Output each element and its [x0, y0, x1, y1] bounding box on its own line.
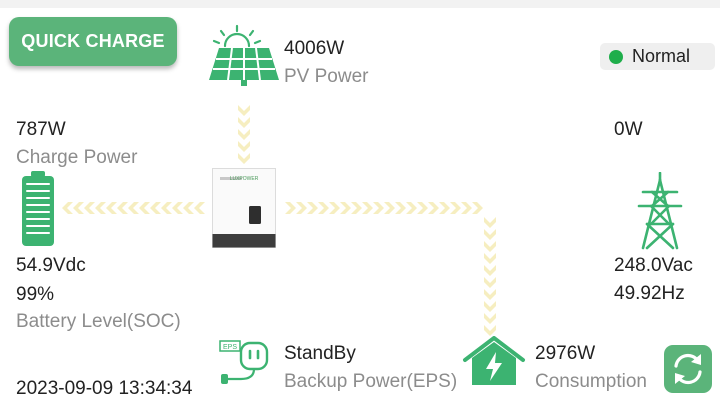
grid-power-value: 0W — [614, 119, 643, 140]
flow-chevron — [484, 265, 496, 276]
timestamp: 2023-09-09 13:34:34 — [16, 378, 193, 399]
flow-chevron — [461, 202, 472, 214]
flow-chevron — [84, 202, 95, 214]
flow-chevron — [172, 202, 183, 214]
flow-chevron — [194, 202, 205, 214]
flow-chevron — [117, 202, 128, 214]
flow-chevron — [340, 202, 351, 214]
charge-power-label: Charge Power — [16, 147, 138, 168]
flow-chevron — [450, 202, 461, 214]
flow-chevron — [395, 202, 406, 214]
grid-voltage-value: 248.0Vac — [614, 255, 693, 276]
flow-chevron — [238, 129, 250, 140]
inverter-brand-text: LUXPOWER — [230, 176, 259, 182]
flow-chevron — [106, 202, 117, 214]
consumption-label: Consumption — [535, 371, 647, 392]
flow-chevron — [238, 105, 250, 116]
flow-chevron — [95, 202, 106, 214]
flow-chevron — [139, 202, 150, 214]
consumption-power-value: 2976W — [535, 343, 596, 364]
flow-chevron — [384, 202, 395, 214]
pv-power-value: 4006W — [284, 38, 345, 59]
flow-chevron — [406, 202, 417, 214]
flow-chevron — [318, 202, 329, 214]
battery-voltage-value: 54.9Vdc — [16, 255, 86, 276]
refresh-icon — [674, 353, 702, 385]
charge-power-value: 787W — [16, 119, 66, 140]
flow-chevron — [417, 202, 428, 214]
flow-chevron — [238, 117, 250, 128]
flow-chevron — [307, 202, 318, 214]
flow-chevron — [183, 202, 194, 214]
flow-chevron — [238, 153, 250, 164]
flow-chevron — [238, 141, 250, 152]
flow-chevron — [484, 229, 496, 240]
battery-soc-value: 99% — [16, 284, 55, 305]
eps-status-value: StandBy — [284, 343, 356, 364]
energy-flow-lines — [62, 105, 496, 336]
battery-icon — [21, 171, 55, 247]
power-tower-icon — [637, 172, 683, 250]
flow-chevron — [62, 202, 73, 214]
eps-icon-text: EPS — [223, 344, 237, 351]
pv-power-label: PV Power — [284, 66, 369, 87]
refresh-button[interactable] — [664, 345, 712, 393]
flow-chevron — [373, 202, 384, 214]
flow-chevron — [161, 202, 172, 214]
flow-chevron — [362, 202, 373, 214]
solar-panel-icon — [205, 24, 283, 88]
flow-chevron — [285, 202, 296, 214]
eps-label: Backup Power(EPS) — [284, 371, 458, 392]
flow-chevron — [484, 325, 496, 336]
flow-chevron — [296, 202, 307, 214]
flow-chevron — [484, 253, 496, 264]
flow-chevron — [484, 301, 496, 312]
flow-chevron — [128, 202, 139, 214]
flow-chevron — [472, 202, 483, 214]
flow-chevron — [439, 202, 450, 214]
flow-chevron — [484, 217, 496, 228]
flow-chevron — [484, 313, 496, 324]
battery-soc-label: Battery Level(SOC) — [16, 311, 181, 332]
flow-chevron — [484, 289, 496, 300]
eps-plug-icon: EPS — [219, 339, 271, 385]
flow-chevron — [329, 202, 340, 214]
flow-chevron — [73, 202, 84, 214]
flow-chevron — [150, 202, 161, 214]
inverter-image[interactable]: LUXPOWER — [212, 168, 276, 248]
flow-chevron — [484, 241, 496, 252]
flow-chevron — [351, 202, 362, 214]
home-icon — [462, 336, 526, 386]
grid-frequency-value: 49.92Hz — [614, 283, 685, 304]
flow-chevron — [428, 202, 439, 214]
flow-chevron — [484, 277, 496, 288]
